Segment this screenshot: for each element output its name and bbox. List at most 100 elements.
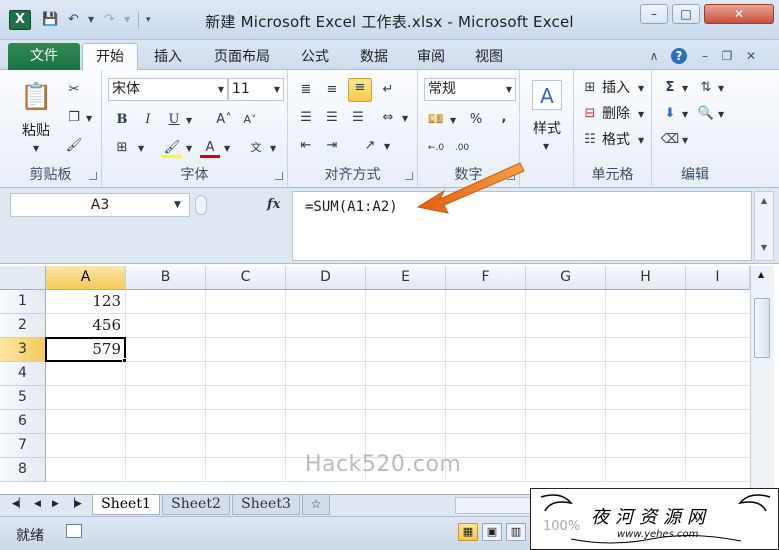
- cell-c8[interactable]: [206, 458, 286, 482]
- align-top-icon[interactable]: ≣: [296, 80, 316, 100]
- row-header-4[interactable]: 4: [0, 362, 46, 386]
- cell-f1[interactable]: [446, 290, 526, 314]
- column-header-d[interactable]: D: [286, 266, 366, 290]
- row-header-6[interactable]: 6: [0, 410, 46, 434]
- orientation-dropdown-icon[interactable]: ▼: [384, 142, 390, 151]
- copy-dropdown-icon[interactable]: ▼: [86, 114, 92, 123]
- cell-e6[interactable]: [366, 410, 446, 434]
- cell-g7[interactable]: [526, 434, 606, 458]
- font-name-dropdown-icon[interactable]: ▼: [218, 79, 224, 100]
- clear-dropdown-icon[interactable]: ▼: [682, 136, 688, 145]
- cell-h4[interactable]: [606, 362, 686, 386]
- underline-dropdown-icon[interactable]: ▼: [186, 116, 192, 125]
- row-header-3[interactable]: 3: [0, 338, 46, 362]
- autosum-icon[interactable]: Σ: [660, 78, 680, 98]
- close-button[interactable]: ✕: [704, 4, 774, 24]
- tab-view[interactable]: 视图: [464, 46, 514, 70]
- paste-dropdown-icon[interactable]: ▼: [33, 144, 39, 153]
- increase-font-icon[interactable]: A˄: [214, 110, 234, 130]
- delete-cells-label[interactable]: 删除: [602, 105, 630, 123]
- help-icon[interactable]: ?: [671, 48, 687, 64]
- page-layout-view-icon[interactable]: ▣: [482, 523, 502, 541]
- wrap-text-icon[interactable]: ↵: [378, 80, 398, 100]
- sheet-tab-3[interactable]: Sheet3: [232, 495, 300, 515]
- delete-dropdown-icon[interactable]: ▼: [638, 110, 644, 119]
- font-launcher-icon[interactable]: [275, 172, 283, 180]
- cell-b7[interactable]: [126, 434, 206, 458]
- cell-a4[interactable]: [46, 362, 126, 386]
- paste-label[interactable]: 粘贴: [14, 120, 58, 140]
- format-cells-label[interactable]: 格式: [602, 131, 630, 149]
- clipboard-launcher-icon[interactable]: [89, 172, 97, 180]
- cell-d5[interactable]: [286, 386, 366, 410]
- comma-icon[interactable]: ,: [494, 108, 514, 128]
- vertical-scrollbar[interactable]: ▲: [750, 266, 774, 494]
- cell-b3[interactable]: [126, 338, 206, 362]
- cell-f4[interactable]: [446, 362, 526, 386]
- scroll-down-icon[interactable]: ▼: [755, 243, 773, 252]
- cell-g8[interactable]: [526, 458, 606, 482]
- align-middle-icon[interactable]: ≡: [322, 80, 342, 100]
- column-header-a[interactable]: A: [46, 266, 126, 290]
- format-dropdown-icon[interactable]: ▼: [638, 136, 644, 145]
- column-header-i[interactable]: I: [686, 266, 750, 290]
- find-select-icon[interactable]: 🔍: [696, 104, 716, 124]
- name-box[interactable]: A3: [10, 193, 190, 217]
- cell-d6[interactable]: [286, 410, 366, 434]
- cell-b4[interactable]: [126, 362, 206, 386]
- paste-icon[interactable]: 📋: [20, 80, 52, 114]
- align-right-icon[interactable]: ☰: [348, 108, 368, 128]
- styles-label[interactable]: 样式: [524, 118, 570, 138]
- prev-sheet-icon[interactable]: ◀: [34, 499, 41, 509]
- format-painter-icon[interactable]: 🖌: [64, 136, 84, 156]
- tab-data[interactable]: 数据: [348, 46, 400, 70]
- cell-a7[interactable]: [46, 434, 126, 458]
- autosum-dropdown-icon[interactable]: ▼: [682, 84, 688, 93]
- percent-icon[interactable]: %: [466, 110, 486, 130]
- column-header-g[interactable]: G: [526, 266, 606, 290]
- cell-h5[interactable]: [606, 386, 686, 410]
- tab-page-layout[interactable]: 页面布局: [200, 46, 284, 70]
- styles-icon[interactable]: A: [532, 80, 562, 110]
- vertical-scroll-thumb[interactable]: [754, 298, 770, 358]
- cell-f3[interactable]: [446, 338, 526, 362]
- cell-e3[interactable]: [366, 338, 446, 362]
- cell-h1[interactable]: [606, 290, 686, 314]
- cell-a2[interactable]: 456: [46, 314, 126, 338]
- formula-bar-scroll[interactable]: ▲ ▼: [754, 191, 774, 261]
- accounting-format-icon[interactable]: 💴: [426, 110, 446, 130]
- increase-indent-icon[interactable]: ⇥: [322, 136, 342, 156]
- merge-center-icon[interactable]: ⇔: [378, 108, 398, 128]
- cell-b5[interactable]: [126, 386, 206, 410]
- cell-c1[interactable]: [206, 290, 286, 314]
- row-header-5[interactable]: 5: [0, 386, 46, 410]
- cell-a5[interactable]: [46, 386, 126, 410]
- cell-e4[interactable]: [366, 362, 446, 386]
- column-header-e[interactable]: E: [366, 266, 446, 290]
- next-sheet-icon[interactable]: ▶: [52, 499, 59, 509]
- cell-c2[interactable]: [206, 314, 286, 338]
- column-header-b[interactable]: B: [126, 266, 206, 290]
- cell-d2[interactable]: [286, 314, 366, 338]
- cell-h8[interactable]: [606, 458, 686, 482]
- decrease-font-icon[interactable]: A˅: [240, 110, 260, 130]
- cell-g4[interactable]: [526, 362, 606, 386]
- format-cells-icon[interactable]: ☷: [580, 130, 600, 150]
- tab-review[interactable]: 审阅: [406, 46, 456, 70]
- delete-cells-icon[interactable]: ⊟: [580, 104, 600, 124]
- insert-function-icon[interactable]: fx: [267, 197, 280, 212]
- fill-color-icon[interactable]: 🖌: [162, 138, 182, 158]
- insert-dropdown-icon[interactable]: ▼: [638, 84, 644, 93]
- formula-bar-splitter[interactable]: [195, 195, 207, 215]
- phonetic-icon[interactable]: 文: [246, 138, 266, 158]
- sort-filter-icon[interactable]: ⇅: [696, 78, 716, 98]
- font-size-dropdown-icon[interactable]: ▼: [274, 79, 280, 100]
- sort-dropdown-icon[interactable]: ▼: [718, 84, 724, 93]
- cell-e1[interactable]: [366, 290, 446, 314]
- tab-home[interactable]: 开始: [82, 43, 138, 71]
- fill-color-dropdown-icon[interactable]: ▼: [186, 144, 192, 153]
- cell-a6[interactable]: [46, 410, 126, 434]
- row-header-7[interactable]: 7: [0, 434, 46, 458]
- wb-close-icon[interactable]: ✕: [743, 48, 759, 64]
- cell-h2[interactable]: [606, 314, 686, 338]
